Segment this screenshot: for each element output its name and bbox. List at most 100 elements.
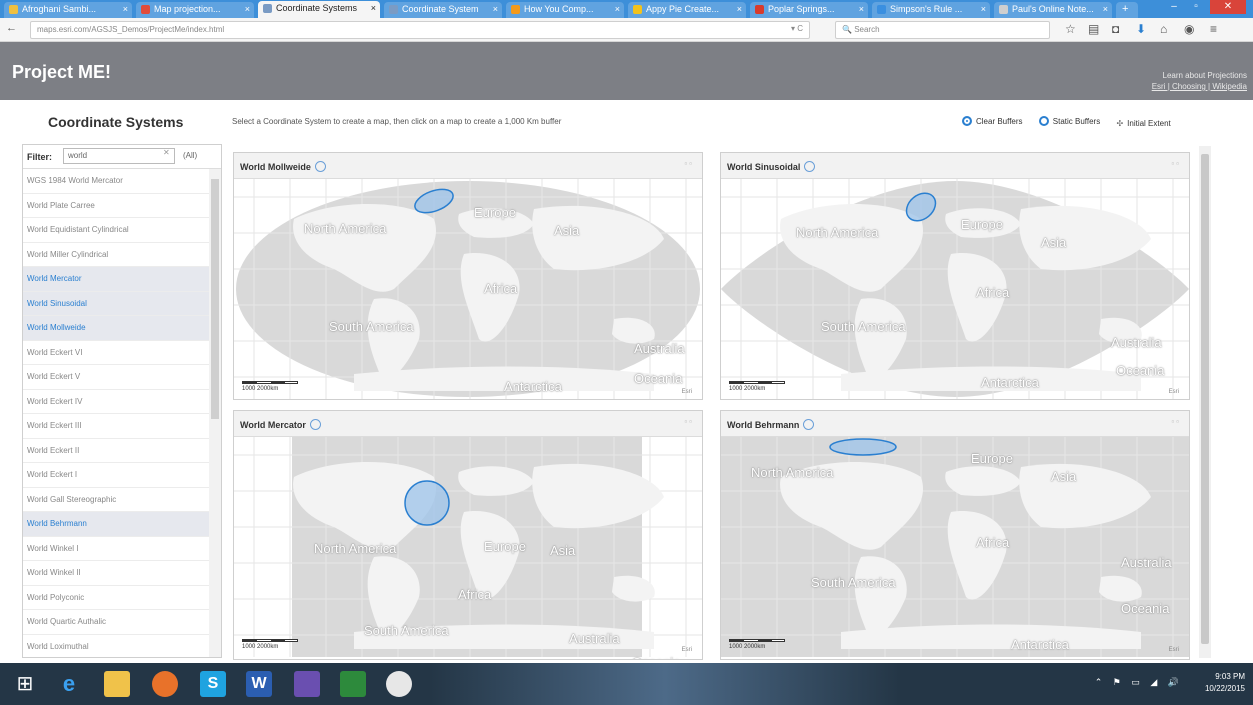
coordinate-system-item[interactable]: World Eckert V xyxy=(23,365,209,390)
map-canvas[interactable] xyxy=(234,437,702,657)
coordinate-system-list: WGS 1984 World Mercator World Plate Carre… xyxy=(23,169,209,658)
coordinate-system-item[interactable]: World Miller Cylindrical xyxy=(23,243,209,267)
continent-label: Australia xyxy=(1111,335,1162,350)
learn-projections-link[interactable]: Learn about Projections xyxy=(1152,70,1248,81)
browser-tab[interactable]: Poplar Springs... × xyxy=(750,2,868,18)
app-icon[interactable] xyxy=(294,671,320,697)
list-scrollbar[interactable] xyxy=(209,169,221,657)
reload-icon[interactable]: ▾ C xyxy=(791,24,803,33)
browser-tab[interactable]: How You Comp... × xyxy=(506,2,624,18)
back-icon[interactable]: ← xyxy=(6,22,17,34)
coordinate-system-item[interactable]: World Behrmann xyxy=(23,512,209,537)
continent-label: Oceania xyxy=(1121,601,1170,616)
page-scroll-thumb[interactable] xyxy=(1201,154,1209,644)
browser-tab-active[interactable]: Coordinate Systems × xyxy=(258,1,380,18)
coordinate-system-item[interactable]: World Mercator xyxy=(23,267,209,292)
info-icon[interactable] xyxy=(803,419,815,430)
info-icon[interactable] xyxy=(804,161,816,172)
tab-close-icon[interactable]: × xyxy=(493,4,498,14)
coordinate-system-item[interactable]: World Mollweide xyxy=(23,316,209,341)
download-icon[interactable]: ⬇ xyxy=(1136,22,1146,36)
filter-input[interactable]: world xyxy=(63,148,175,164)
browser-tab[interactable]: Coordinate System × xyxy=(384,2,502,18)
file-explorer-icon[interactable] xyxy=(104,671,130,697)
media-player-icon[interactable] xyxy=(386,671,412,697)
coordinate-system-item[interactable]: World Eckert I xyxy=(23,463,209,488)
map-panel-title: World Sinusoidal xyxy=(727,161,816,172)
tab-close-icon[interactable]: × xyxy=(245,4,250,14)
tab-close-icon[interactable]: × xyxy=(123,4,128,14)
browser-tab[interactable]: Afroghani Sambi... × xyxy=(4,2,132,18)
excel-icon[interactable] xyxy=(340,671,366,697)
coordinate-system-item[interactable]: World Sinusoidal xyxy=(23,291,209,316)
initial-extent-button[interactable]: ✣ Initial Extent xyxy=(1116,119,1170,128)
minimize-icon[interactable]: – xyxy=(1163,0,1185,14)
tab-close-icon[interactable]: × xyxy=(371,3,376,13)
system-clock[interactable]: 9:03 PM 10/22/2015 xyxy=(1205,671,1245,695)
maximize-icon[interactable]: ▫ xyxy=(1185,0,1207,14)
close-window-icon[interactable]: ✕ xyxy=(1210,0,1246,14)
tab-close-icon[interactable]: × xyxy=(1103,4,1108,14)
internet-explorer-icon[interactable]: e xyxy=(56,671,82,697)
clear-filter-icon[interactable]: ✕ xyxy=(163,148,170,157)
coordinate-system-item[interactable]: World Eckert IV xyxy=(23,390,209,414)
coordinate-system-item[interactable]: World Eckert II xyxy=(23,439,209,463)
coordinate-system-item[interactable]: World Winkel II xyxy=(23,561,209,586)
word-icon[interactable]: W xyxy=(246,671,272,697)
static-buffers-option[interactable]: Static Buffers xyxy=(1038,116,1100,126)
tab-favicon-icon xyxy=(141,5,150,14)
tab-favicon-icon xyxy=(999,5,1008,14)
panel-window-buttons[interactable]: ▫▫ xyxy=(684,159,694,168)
url-bar[interactable]: maps.esri.com/AGSJS_Demos/ProjectMe/inde… xyxy=(30,21,810,39)
tab-close-icon[interactable]: × xyxy=(981,4,986,14)
coordinate-system-item[interactable]: World Polyconic xyxy=(23,586,209,610)
tab-close-icon[interactable]: × xyxy=(859,4,864,14)
pocket-icon[interactable]: ◘ xyxy=(1112,22,1119,36)
browser-tab[interactable]: Map projection... × xyxy=(136,2,254,18)
list-scroll-thumb[interactable] xyxy=(211,179,219,419)
coordinate-system-item[interactable]: World Eckert VI xyxy=(23,341,209,365)
system-tray-icons[interactable]: ⌃ ⚑ ▭ ◢ 🔊 xyxy=(1095,677,1183,688)
page-scrollbar[interactable] xyxy=(1199,146,1211,658)
browser-tab[interactable]: Appy Pie Create... × xyxy=(628,2,746,18)
map-area[interactable]: North America Europe Asia Africa South Ameri… xyxy=(721,437,1189,657)
filter-all-link[interactable]: (All) xyxy=(183,151,197,160)
coordinate-system-item[interactable]: World Plate Carree xyxy=(23,194,209,218)
panel-window-buttons[interactable]: ▫▫ xyxy=(684,417,694,426)
coordinate-system-item[interactable]: World Loximuthal xyxy=(23,635,209,658)
map-area[interactable]: North America Europe Asia Africa South Ameri… xyxy=(234,179,702,399)
coordinate-system-item[interactable]: World Quartic Authalic xyxy=(23,610,209,635)
coordinate-system-item[interactable]: World Eckert III xyxy=(23,414,209,439)
bookmark-star-icon[interactable]: ☆ xyxy=(1065,22,1076,36)
map-panel-header: World Mollweide ▫▫ xyxy=(234,153,702,179)
tab-close-icon[interactable]: × xyxy=(615,4,620,14)
panel-window-buttons[interactable]: ▫▫ xyxy=(1171,417,1181,426)
firefox-icon[interactable] xyxy=(152,671,178,697)
info-icon[interactable] xyxy=(309,419,321,430)
map-area[interactable]: North America Europe Asia Africa South Ameri… xyxy=(234,437,702,659)
coordinate-system-item[interactable]: World Winkel I xyxy=(23,537,209,561)
coordinate-system-item[interactable]: World Equidistant Cylindrical xyxy=(23,218,209,243)
app-title: Project ME! xyxy=(12,62,112,82)
browser-tab[interactable]: Paul's Online Note... × xyxy=(994,2,1112,18)
map-canvas[interactable] xyxy=(234,179,702,399)
menu-icon[interactable]: ≡ xyxy=(1210,22,1217,36)
new-tab-button[interactable]: + xyxy=(1116,2,1138,18)
clear-buffers-option[interactable]: Clear Buffers xyxy=(962,116,1023,126)
reference-links[interactable]: Esri | Choosing | Wikipedia xyxy=(1152,81,1247,92)
continent-label: South America xyxy=(821,319,906,334)
tab-close-icon[interactable]: × xyxy=(737,4,742,14)
info-icon[interactable] xyxy=(314,161,326,172)
skype-icon[interactable]: S xyxy=(200,671,226,697)
windows-start-icon[interactable]: ⊞ xyxy=(12,671,38,697)
browser-tab[interactable]: Simpson's Rule ... × xyxy=(872,2,990,18)
home-icon[interactable]: ⌂ xyxy=(1160,22,1167,36)
coordinate-system-item[interactable]: WGS 1984 World Mercator xyxy=(23,169,209,194)
reading-list-icon[interactable]: ▤ xyxy=(1088,22,1099,36)
map-area[interactable]: North America Europe Asia Africa South Ameri… xyxy=(721,179,1189,399)
filter-row: Filter: world ✕ (All) xyxy=(23,145,221,169)
addon-icon[interactable]: ◉ xyxy=(1184,22,1194,36)
coordinate-system-item[interactable]: World Gall Stereographic xyxy=(23,488,209,512)
search-input[interactable]: 🔍 Search xyxy=(835,21,1050,39)
panel-window-buttons[interactable]: ▫▫ xyxy=(1171,159,1181,168)
